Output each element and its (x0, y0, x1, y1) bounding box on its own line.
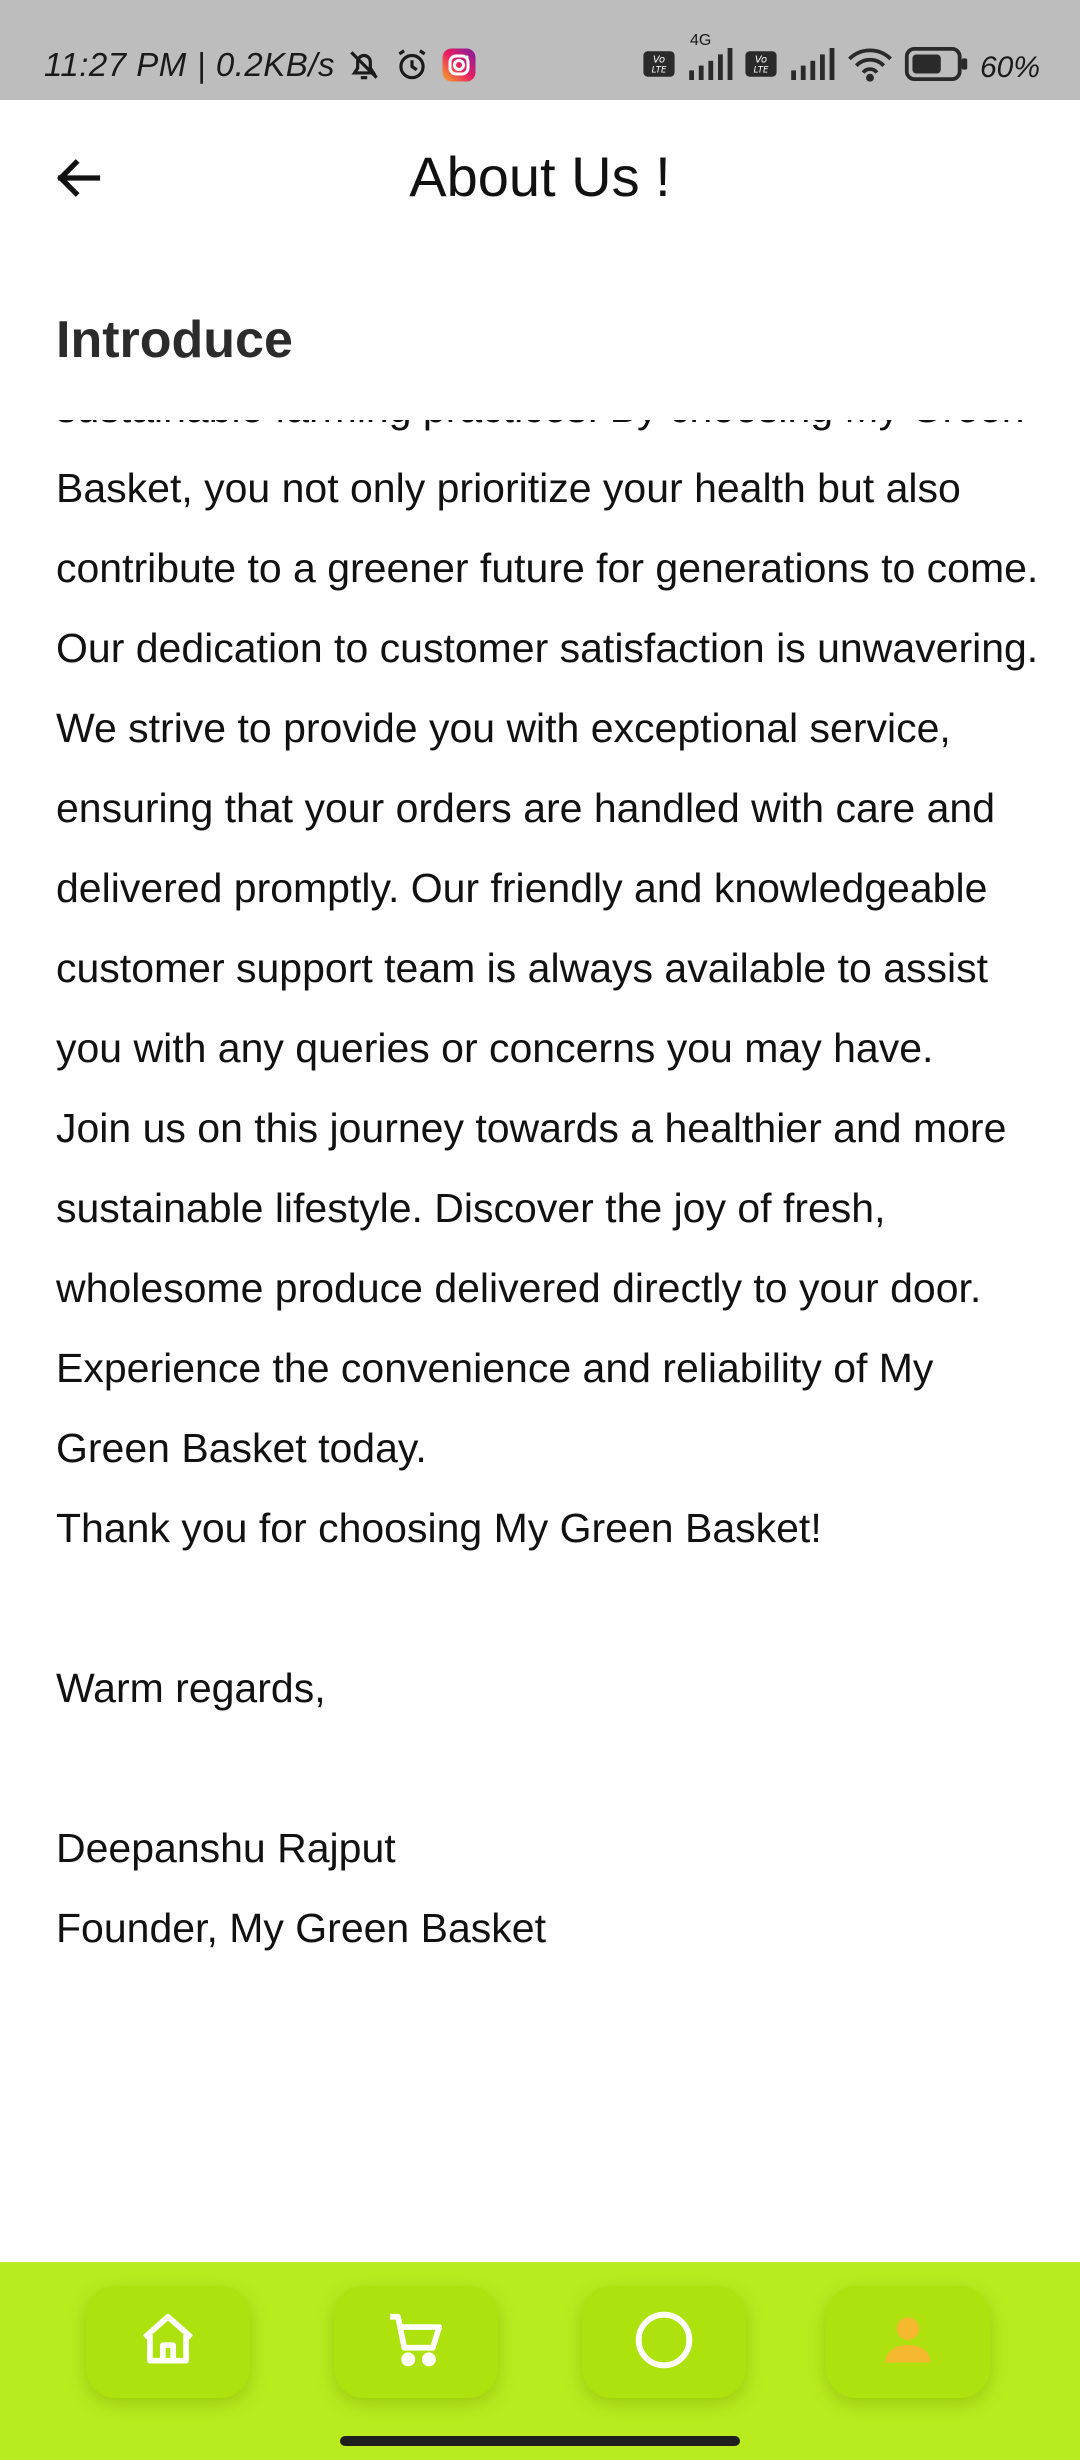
paragraph: Our dedication to customer satisfaction … (56, 625, 1039, 1071)
nav-circle-button[interactable] (582, 2286, 746, 2398)
battery-icon (904, 47, 970, 89)
circle-icon (632, 2308, 696, 2377)
status-bar: 11:27 PM | 0.2KB/s Vo LTE 4G Vo LTE 60% (0, 0, 1080, 100)
nav-profile-button[interactable] (826, 2286, 990, 2398)
paragraph: Join us on this journey towards a health… (56, 1105, 1007, 1471)
svg-text:LTE: LTE (652, 66, 667, 76)
gesture-handle[interactable] (340, 2436, 740, 2446)
app-bar: About Us ! (0, 100, 1080, 260)
content-scroll-area[interactable]: sustainable farming practices. By choosi… (0, 420, 1080, 2250)
about-text: sustainable farming practices. By choosi… (56, 420, 1046, 1968)
signal-icon: 4G (686, 32, 734, 88)
svg-text:Vo: Vo (653, 55, 665, 66)
section-title: Introduce (56, 311, 293, 369)
instagram-icon (441, 47, 477, 83)
home-icon (137, 2309, 199, 2376)
signature-role: Founder, My Green Basket (56, 1905, 546, 1951)
volte-icon: Vo LTE (642, 47, 676, 89)
status-time: 11:27 PM (44, 46, 187, 83)
closing-line: Warm regards, (56, 1665, 326, 1711)
svg-text:LTE: LTE (754, 66, 769, 76)
signal-icon (788, 48, 836, 88)
mute-icon (345, 46, 383, 84)
cart-icon (385, 2309, 447, 2376)
signature-name: Deepanshu Rajput (56, 1825, 396, 1871)
alarm-icon (393, 46, 431, 84)
paragraph: Thank you for choosing My Green Basket! (56, 1505, 822, 1551)
volte-icon: Vo LTE (744, 47, 778, 89)
svg-text:Vo: Vo (755, 55, 767, 66)
network-type: 4G (689, 32, 712, 49)
battery-level: 60% (979, 51, 1040, 84)
nav-home-button[interactable] (86, 2286, 250, 2398)
bottom-navigation (0, 2262, 1080, 2460)
paragraph: sustainable farming practices. By choosi… (56, 420, 1039, 591)
status-left: 11:27 PM | 0.2KB/s (44, 46, 477, 84)
status-separator: | (196, 46, 206, 83)
profile-icon (878, 2310, 938, 2375)
page-title: About Us ! (409, 145, 671, 208)
status-right: Vo LTE 4G Vo LTE 60% (642, 32, 1040, 90)
wifi-icon (846, 46, 894, 90)
network-speed: 0.2KB/s (215, 46, 335, 83)
nav-cart-button[interactable] (334, 2286, 498, 2398)
